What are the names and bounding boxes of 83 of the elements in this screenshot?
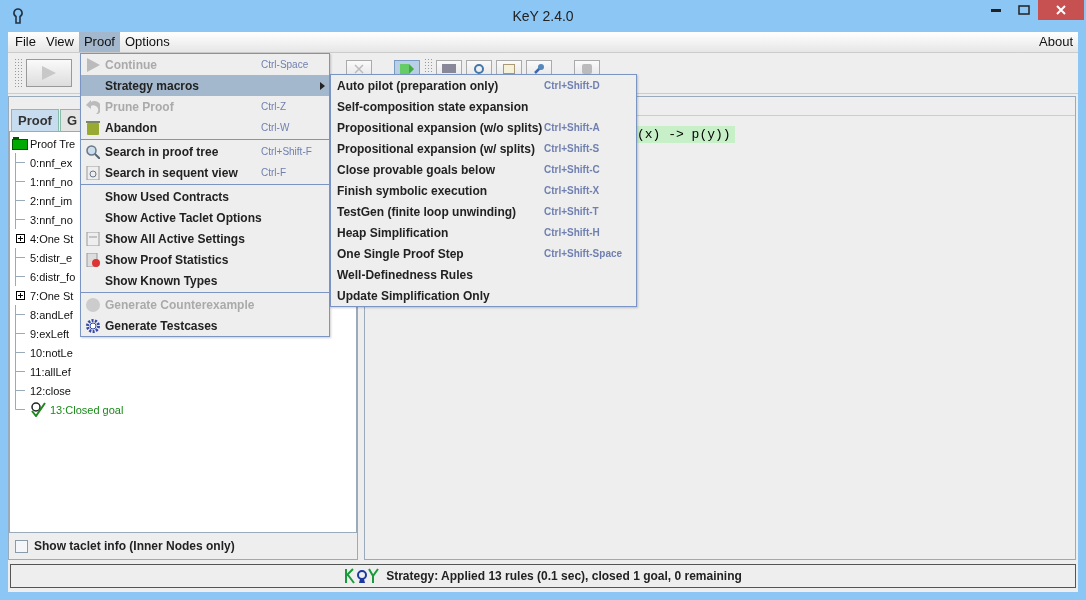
window-title: KeY 2.4.0 xyxy=(512,8,574,24)
tree-line xyxy=(15,153,25,172)
tree-node[interactable]: Proof Tre xyxy=(30,137,76,150)
tree-node[interactable]: 3:nnf_no xyxy=(30,213,73,226)
keyhole-icon xyxy=(12,8,24,24)
menu-item[interactable]: Proof xyxy=(78,32,120,52)
menu-item[interactable]: Auto pilot (preparation only) Ctrl+Shift-D xyxy=(331,75,636,96)
tree-line xyxy=(15,324,25,343)
gear-icon xyxy=(86,318,100,333)
status-text: Strategy: Applied 13 rules (0.1 sec), closed 1 goal, 0 remaining xyxy=(386,569,742,583)
tree-node[interactable]: 1:nnf_no xyxy=(30,175,73,188)
chart-document-icon xyxy=(86,252,100,267)
printer-icon xyxy=(442,64,456,73)
tree-node[interactable]: 12:close xyxy=(30,384,71,397)
menu-item[interactable]: Show Proof Statistics xyxy=(81,249,329,270)
tree-node[interactable]: 2:nnf_im xyxy=(30,194,73,207)
menu-item[interactable]: Close provable goals below Ctrl+Shift-C xyxy=(331,159,636,180)
tree-line xyxy=(15,362,25,381)
check-icon xyxy=(30,402,46,417)
menu-item[interactable]: Show Known Types xyxy=(81,270,329,291)
tree-line xyxy=(15,248,25,267)
tab[interactable]: Proof xyxy=(11,109,59,131)
close-button[interactable] xyxy=(1038,0,1084,20)
tree-line xyxy=(15,343,25,362)
menu-item[interactable]: Options xyxy=(120,32,175,52)
expand-icon[interactable] xyxy=(15,291,25,300)
tree-node[interactable]: 13:Closed goal xyxy=(50,403,124,416)
maximize-icon xyxy=(1018,5,1030,15)
checkbox-label: Show taclet info (Inner Nodes only) xyxy=(34,539,235,553)
stop-icon xyxy=(582,64,592,74)
expand-icon[interactable] xyxy=(15,234,25,243)
play-icon xyxy=(86,57,100,72)
menu-item[interactable]: Show All Active Settings xyxy=(81,228,329,249)
menu-item[interactable]: TestGen (finite loop unwinding) Ctrl+Shift-T xyxy=(331,201,636,222)
checkbox[interactable] xyxy=(15,539,28,553)
menu-item[interactable]: Heap Simplification Ctrl+Shift-H xyxy=(331,222,636,243)
tree-line xyxy=(15,267,25,286)
menu-item[interactable]: Finish symbolic execution Ctrl+Shift-X xyxy=(331,180,636,201)
menu-item[interactable]: Search in proof tree Ctrl+Shift-F xyxy=(81,141,329,162)
undo-icon xyxy=(86,99,100,114)
search-icon xyxy=(86,144,100,159)
tree-line xyxy=(15,210,25,229)
menu-item[interactable]: Propositional expansion (w/o splits)Ctrl+Shift-A xyxy=(331,117,636,138)
menu-item[interactable]: Generate Testcases xyxy=(81,315,329,336)
tree-line xyxy=(15,191,25,210)
menu-item[interactable]: View xyxy=(40,32,79,52)
menu-item[interactable]: Self-composition state expansion xyxy=(331,96,636,117)
tree-line xyxy=(15,172,25,191)
document-icon xyxy=(86,231,100,246)
sequent-formula: (x) -> p(y)) xyxy=(637,126,735,143)
tree-line xyxy=(15,305,25,324)
notepad-icon xyxy=(503,64,515,74)
wrench-icon xyxy=(534,64,544,74)
tree-node[interactable]: 4:One St xyxy=(30,232,74,245)
document-search-icon xyxy=(86,165,100,180)
menu-item[interactable]: Show Active Taclet Options xyxy=(81,207,329,228)
key-logo-icon xyxy=(344,568,381,584)
tree-node[interactable]: 0:nnf_ex xyxy=(30,156,73,169)
tree-node[interactable]: 5:distr_e xyxy=(30,251,73,264)
close-icon xyxy=(1056,5,1066,15)
menu-item[interactable]: Update Simplification Only xyxy=(331,285,636,306)
menu-item[interactable]: About xyxy=(1034,32,1078,52)
menu-item[interactable]: Search in sequent view Ctrl-F xyxy=(81,162,329,183)
tree-node[interactable]: 10:notLe xyxy=(30,346,73,359)
tree-node[interactable]: 6:distr_fo xyxy=(30,270,76,283)
document-arrow-icon xyxy=(400,64,414,74)
menu-item[interactable]: File xyxy=(10,32,41,52)
menu-item[interactable]: Propositional expansion (w/ splits) Ctrl+Shift-S xyxy=(331,138,636,159)
play-icon xyxy=(42,66,56,80)
menu-item[interactable]: Strategy macros xyxy=(81,75,329,96)
menu-item[interactable]: Well-Definedness Rules xyxy=(331,264,636,285)
tree-node[interactable]: 9:exLeft xyxy=(30,327,70,340)
tree-node[interactable]: 11:allLef xyxy=(30,365,71,378)
cross-icon xyxy=(354,64,364,74)
trash-icon xyxy=(86,120,100,135)
tree-node[interactable]: 7:One St xyxy=(30,289,74,302)
tree-node[interactable]: 8:andLef xyxy=(30,308,73,321)
menu-item[interactable]: One Single Proof Step Ctrl+Shift-Space xyxy=(331,243,636,264)
menu-item[interactable]: Show Used Contracts xyxy=(81,186,329,207)
folder-icon xyxy=(12,137,28,150)
start-button[interactable] xyxy=(26,59,72,87)
refresh-icon xyxy=(474,64,484,74)
minimize-icon xyxy=(991,8,1001,12)
